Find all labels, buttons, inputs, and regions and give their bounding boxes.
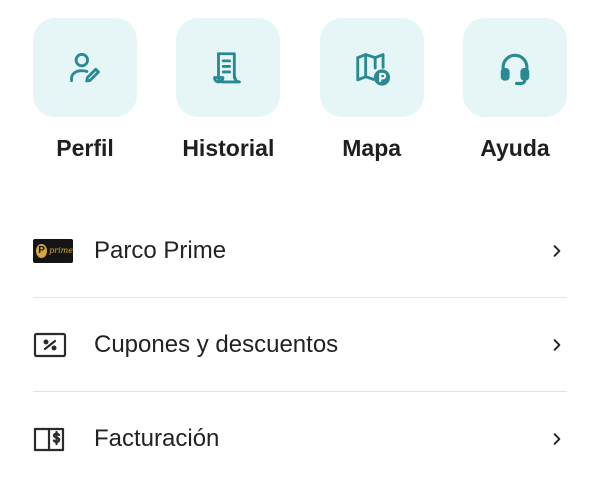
shortcut-label: Mapa — [342, 135, 402, 161]
menu-item-facturacion[interactable]: Facturación — [33, 392, 567, 486]
map-parking-icon — [355, 52, 390, 86]
invoice-icon — [33, 424, 73, 454]
shortcut-grid: Perfil Historial Mapa Ayuda — [33, 18, 567, 162]
menu-item-cupones[interactable]: Cupones y descuentos — [33, 298, 567, 392]
shortcut-label: Ayuda — [480, 135, 550, 161]
shortcut-tile[interactable] — [176, 18, 281, 117]
menu-item-parco-prime[interactable]: P prime Parco Prime — [33, 204, 567, 298]
user-edit-icon — [70, 52, 100, 82]
menu-item-label: Facturación — [94, 425, 220, 452]
shortcut-ayuda[interactable]: Ayuda — [462, 18, 567, 162]
shortcut-historial[interactable]: Historial — [176, 18, 281, 162]
chevron-right-icon — [547, 241, 567, 261]
chevron-right-icon — [547, 429, 567, 449]
menu-item-label: Cupones y descuentos — [94, 330, 339, 358]
prime-logo-text: prime — [49, 246, 73, 255]
headset-icon — [500, 53, 530, 85]
shortcut-tile[interactable] — [33, 18, 137, 117]
chevron-right-icon — [547, 335, 567, 355]
shortcut-perfil[interactable]: Perfil — [33, 18, 137, 162]
prime-logo: P prime — [33, 238, 73, 263]
shortcut-tile[interactable] — [462, 18, 567, 117]
coupon-percent-icon — [33, 330, 73, 360]
shortcut-label: Historial — [182, 135, 275, 161]
parco-prime-badge: P prime — [33, 236, 73, 266]
prime-logo-letter: P — [36, 243, 48, 258]
receipt-icon — [213, 51, 242, 83]
shortcut-label: Perfil — [56, 135, 114, 161]
shortcut-tile[interactable] — [319, 18, 424, 117]
menu-item-label: Parco Prime — [94, 236, 227, 264]
shortcut-mapa[interactable]: Mapa — [319, 18, 424, 162]
